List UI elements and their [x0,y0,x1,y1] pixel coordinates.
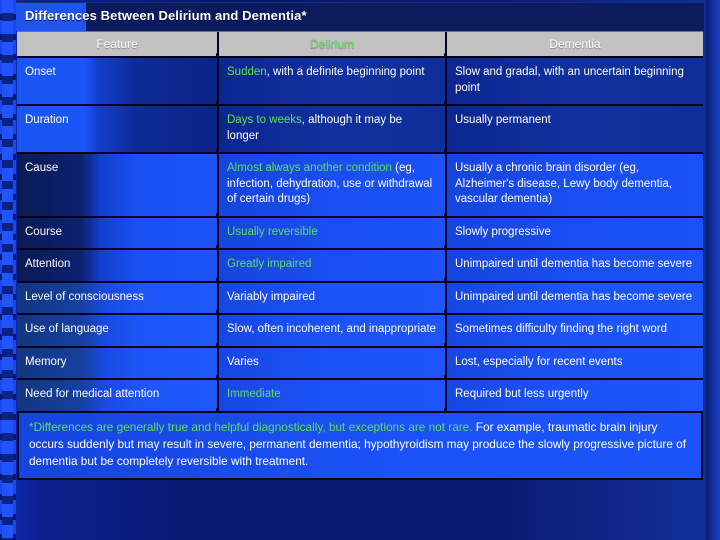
delirium-cell: Greatly impaired [219,250,447,281]
table-row: Duration Days to weeks, although it may b… [17,106,703,154]
feature-cell: Onset [17,58,219,104]
feature-label: Course [25,225,63,238]
dementia-text: Unimpaired until dementia has become sev… [455,290,693,303]
column-header-1: Feature [17,32,219,56]
dementia-cell: Usually a chronic brain disorder (eg, Al… [447,154,703,216]
delirium-text: , with a definite beginning point [266,66,425,78]
dementia-text: Slow and gradal, with an uncertain begin… [455,66,684,94]
slide-canvas: Differences Between Delirium and Dementi… [0,0,720,540]
dementia-cell: Unimpaired until dementia has become sev… [447,282,703,313]
delirium-highlight-text: Almost always another condition [227,162,392,174]
column-header-label: Feature [96,37,138,51]
dementia-cell: Sometimes difficulty finding the right w… [447,315,703,346]
delirium-text: Varies [227,355,259,368]
feature-label: Duration [25,114,69,126]
right-decorative-edge [706,0,720,540]
delirium-cell: Usually reversible [219,217,447,248]
dementia-text: Unimpaired until dementia has become sev… [455,258,693,270]
feature-cell: Use of language [17,315,219,346]
dementia-text: Required but less urgently [455,388,589,400]
feature-label: Attention [25,258,71,270]
feature-cell: Level of consciousness [17,282,219,313]
left-decorative-strip [0,0,16,540]
comparison-table: Feature Delirium Dementia Onset Sudden, with… [17,31,703,413]
page-title: Differences Between Delirium and Dementi… [25,8,307,23]
dementia-cell: Unimpaired until dementia has become sev… [447,250,703,281]
dementia-cell: Usually permanent [447,106,703,152]
table-row: Need for medical attention Immediate Requi… [17,380,703,413]
table-row: Level of consciousness Variably impaired U… [17,282,703,315]
delirium-highlight-text: Immediate [227,388,281,400]
table-header-row: Feature Delirium Dementia [17,31,703,58]
table-row: Cause Almost always another condition (eg… [17,154,703,218]
delirium-text: Variably impaired [227,290,315,303]
delirium-cell: Immediate [219,380,447,411]
feature-cell: Memory [17,347,219,378]
delirium-highlight-text: Days to weeks [227,114,302,126]
table-row: Use of language Slow, often incoherent, a… [17,315,703,348]
column-header-3: Dementia [447,32,703,56]
feature-label: Onset [25,66,56,78]
delirium-cell: Varies [219,347,447,378]
feature-label: Use of language [25,323,109,335]
footnote-highlight: *Differences are generally true and help… [29,420,473,434]
delirium-text: Slow, often incoherent, and inappropriat… [227,323,437,335]
column-header-label: Dementia [549,37,601,51]
table-row: Onset Sudden, with a definite beginning p… [17,58,703,106]
table-row: Course Usually reversible Slowly progressi… [17,217,703,250]
delirium-cell: Days to weeks, although it may be longer [219,106,447,152]
dementia-cell: Slow and gradal, with an uncertain begin… [447,58,703,104]
dementia-cell: Lost, especially for recent events [447,347,703,378]
delirium-highlight-text: Sudden [227,66,267,78]
dementia-text: Slowly progressive [455,225,551,238]
delirium-cell: Variably impaired [219,282,447,313]
feature-cell: Cause [17,154,219,216]
delirium-highlight-text: Usually reversible [227,225,318,238]
feature-label: Memory [25,355,67,368]
feature-cell: Duration [17,106,219,152]
footnote: *Differences are generally true and help… [17,413,703,480]
delirium-highlight-text: Greatly impaired [227,258,312,270]
delirium-cell: Sudden, with a definite beginning point [219,58,447,104]
delirium-cell: Slow, often incoherent, and inappropriat… [219,315,447,346]
column-header-2: Delirium [219,32,447,56]
dementia-text: Usually permanent [455,114,551,126]
dementia-text: Sometimes difficulty finding the right w… [455,323,667,335]
table-row: Attention Greatly impaired Unimpaired unti… [17,250,703,283]
feature-cell: Course [17,217,219,248]
dementia-text: Lost, especially for recent events [455,355,623,368]
feature-label: Cause [25,162,59,174]
dementia-cell: Required but less urgently [447,380,703,411]
dementia-cell: Slowly progressive [447,217,703,248]
slide-title-bar: Differences Between Delirium and Dementi… [16,2,704,31]
feature-cell: Need for medical attention [17,380,219,411]
dementia-text: Usually a chronic brain disorder (eg, Al… [455,162,672,205]
delirium-cell: Almost always another condition (eg, inf… [219,154,447,216]
left-decorative-strip-squares [2,0,13,540]
table-row: Memory Varies Lost, especially for recent … [17,347,703,380]
feature-label: Level of consciousness [25,290,144,303]
feature-label: Need for medical attention [25,388,160,400]
column-header-label: Delirium [309,37,354,51]
feature-cell: Attention [17,250,219,281]
